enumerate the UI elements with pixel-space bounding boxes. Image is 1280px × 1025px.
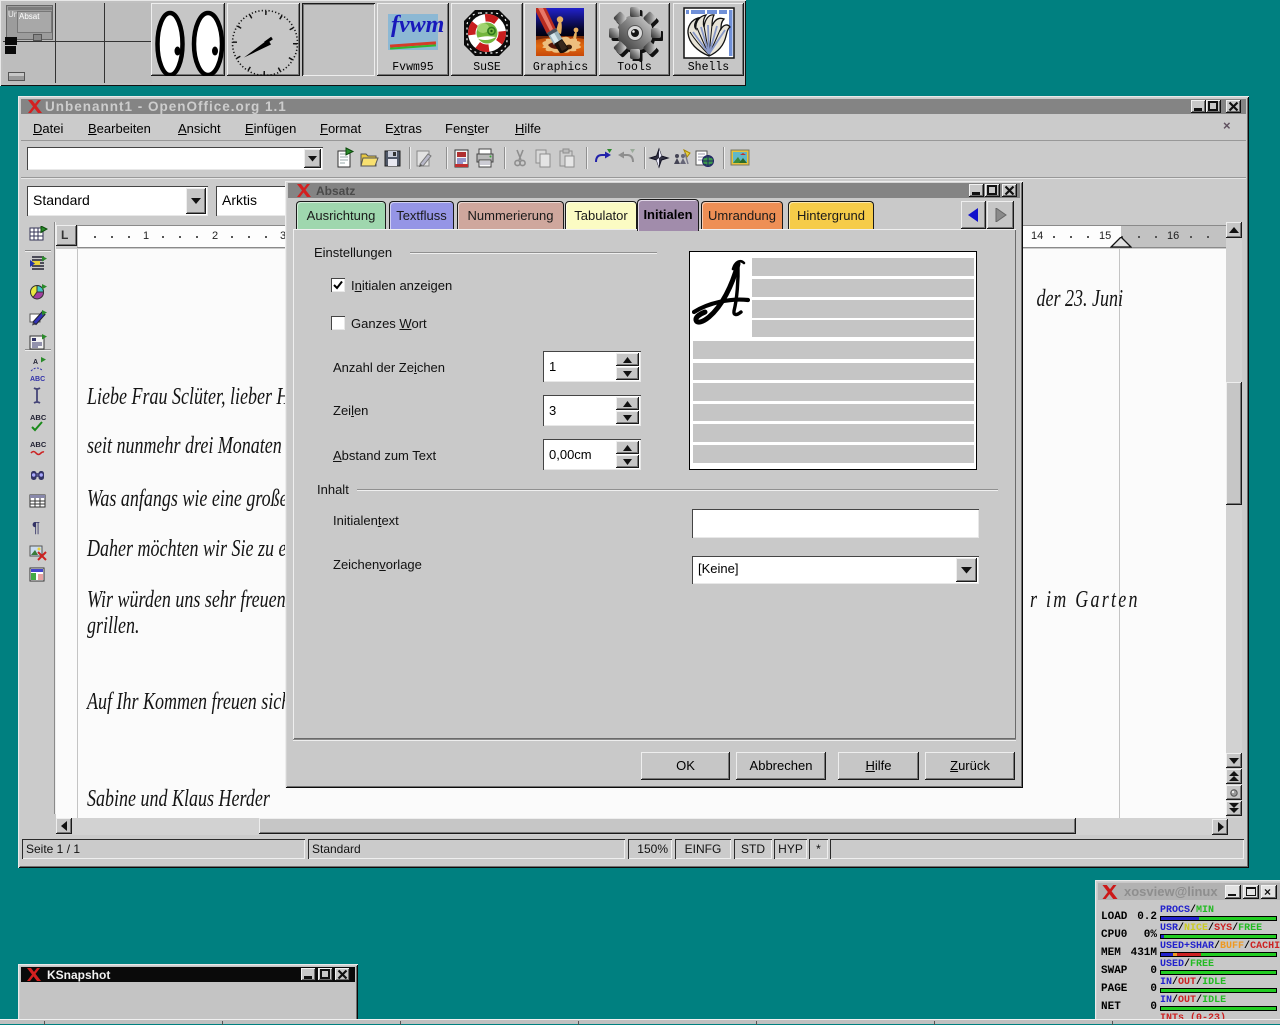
svg-text:A: A	[33, 359, 38, 366]
svg-text:ABC: ABC	[30, 376, 45, 383]
svg-text:¶: ¶	[32, 519, 40, 536]
svg-text:ABC: ABC	[30, 413, 47, 422]
svg-text:ABC: ABC	[30, 440, 47, 449]
